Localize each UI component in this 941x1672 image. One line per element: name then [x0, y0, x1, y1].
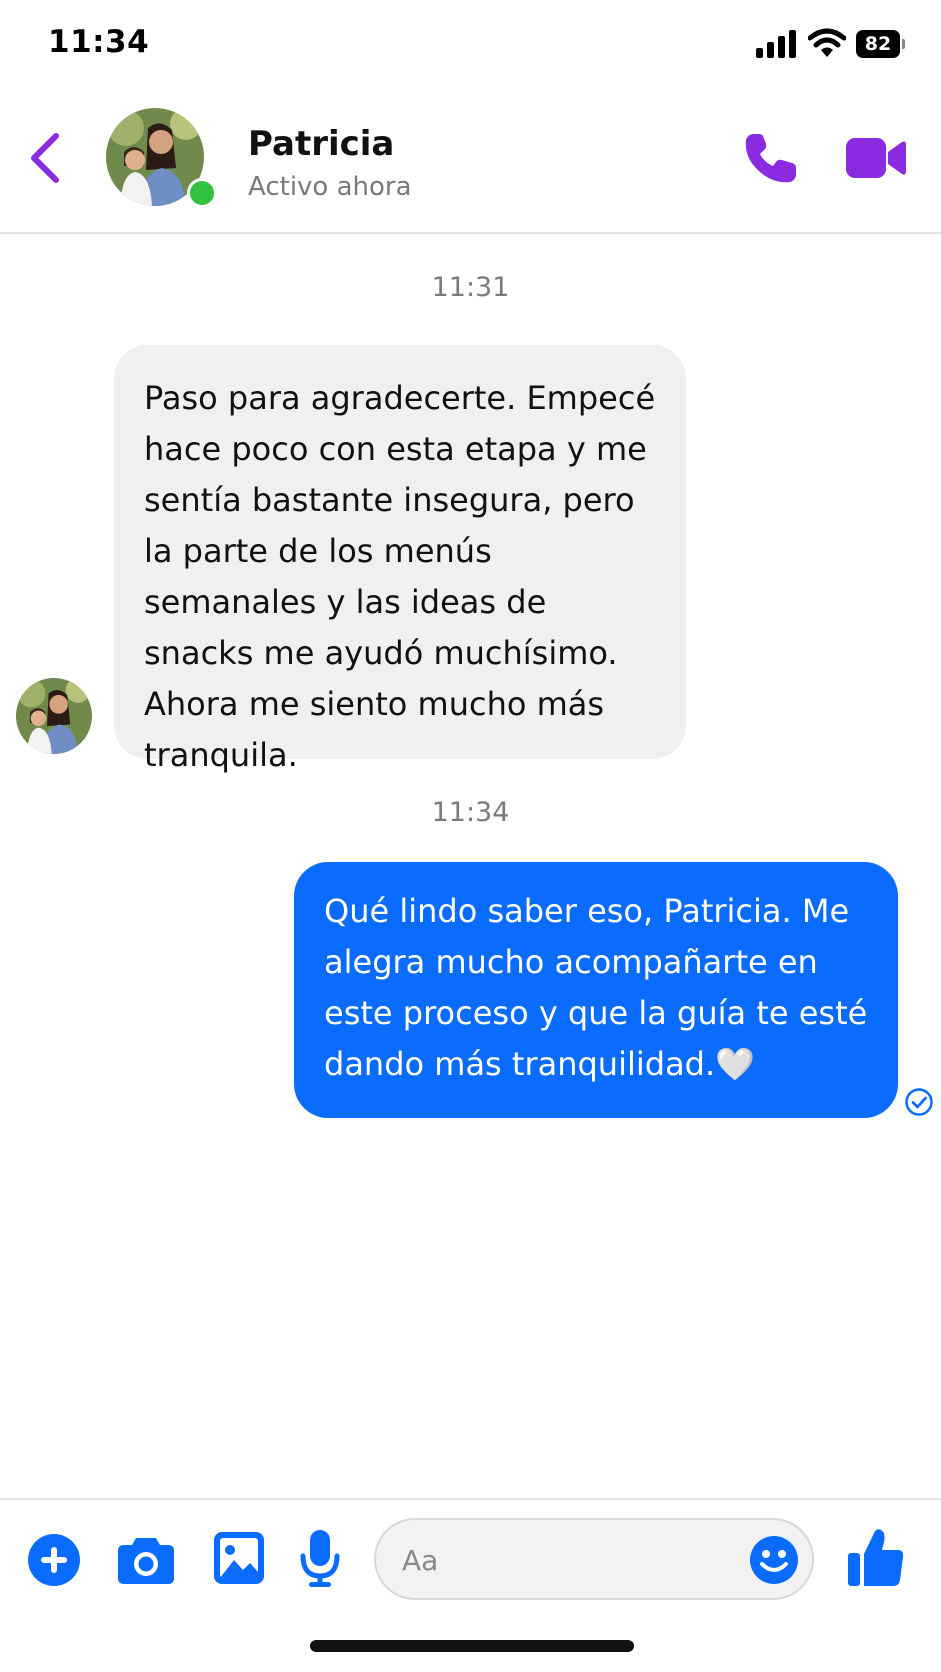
- contact-name[interactable]: Patricia: [248, 124, 394, 164]
- read-receipt-check-icon: [905, 1088, 933, 1116]
- chat-header: Patricia Activo ahora: [0, 90, 941, 234]
- outgoing-message-bubble[interactable]: Qué lindo saber eso, Patricia. Me alegra…: [294, 862, 898, 1118]
- online-status-dot: [187, 178, 217, 208]
- message-timestamp: 11:34: [431, 797, 510, 828]
- camera-icon[interactable]: [118, 1536, 174, 1584]
- battery-icon: 82: [856, 30, 906, 60]
- message-input-container[interactable]: [374, 1518, 814, 1600]
- video-camera-icon[interactable]: [846, 132, 906, 184]
- status-bar: 11:34 82: [0, 0, 941, 90]
- cellular-signal-icon: [756, 30, 796, 58]
- wifi-icon: [808, 28, 846, 57]
- plus-circle-icon[interactable]: [28, 1534, 80, 1586]
- microphone-icon[interactable]: [300, 1530, 340, 1588]
- phone-icon[interactable]: [740, 128, 800, 188]
- message-timestamp: 11:31: [431, 272, 510, 303]
- message-composer: [0, 1498, 941, 1618]
- contact-status: Activo ahora: [248, 172, 412, 202]
- battery-level: 82: [856, 30, 900, 58]
- back-chevron-left-icon[interactable]: [26, 130, 66, 186]
- image-icon[interactable]: [214, 1532, 264, 1584]
- incoming-message-bubble[interactable]: Paso para agradecerte. Empecé hace poco …: [114, 345, 686, 774]
- status-time: 11:34: [48, 24, 150, 60]
- sender-avatar[interactable]: [16, 678, 92, 754]
- message-input[interactable]: [400, 1534, 724, 1586]
- thumbs-up-icon[interactable]: [848, 1528, 904, 1588]
- home-indicator: [310, 1640, 634, 1652]
- smiley-icon[interactable]: [750, 1536, 798, 1584]
